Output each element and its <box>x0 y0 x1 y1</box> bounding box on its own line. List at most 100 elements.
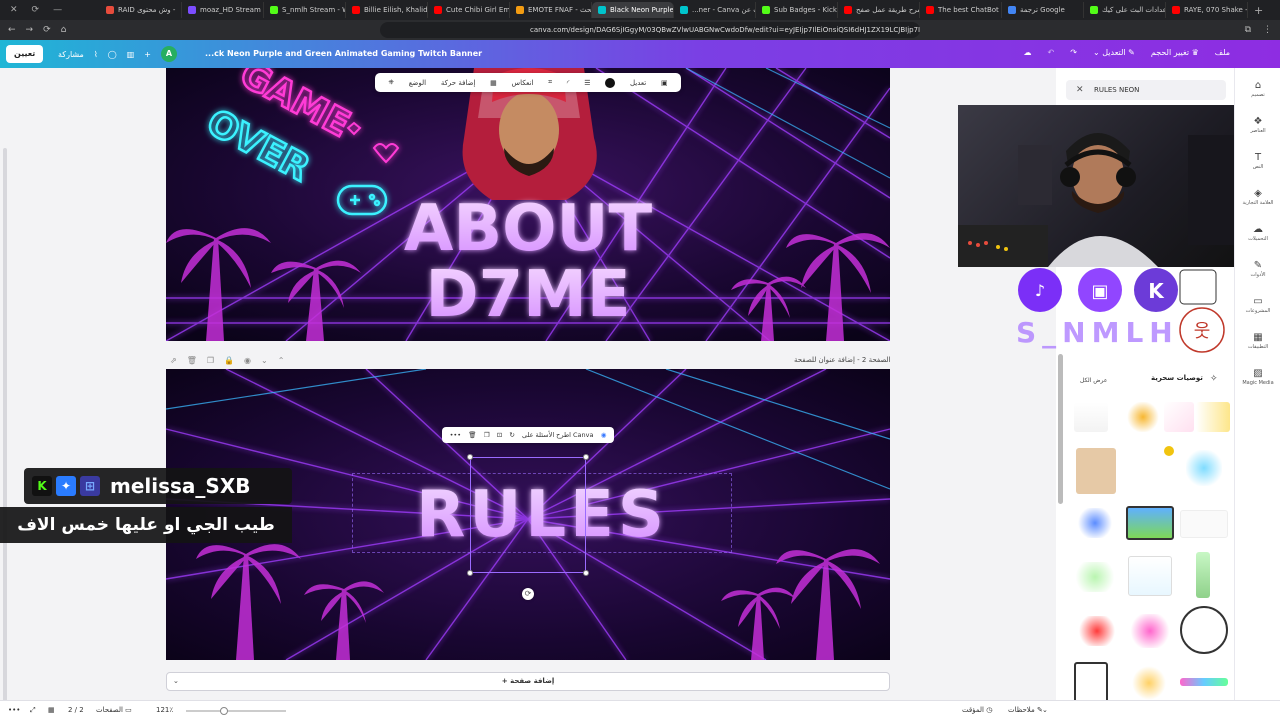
duplicate-page-icon[interactable]: ❐ <box>207 356 214 365</box>
add-icon[interactable]: + <box>144 50 151 59</box>
page2-title[interactable]: الصفحة 2 - إضافة عنوان للصفحة <box>794 356 891 364</box>
copy-icon[interactable]: ❐ <box>484 431 490 439</box>
element-thumb[interactable] <box>1180 510 1228 538</box>
browser-tab[interactable]: ترجمة Google <box>1002 2 1084 18</box>
browser-tab[interactable]: RAID وش محتوى - <box>100 2 182 18</box>
search-chip[interactable]: ✕ RULES NEON <box>1066 80 1226 100</box>
element-thumb[interactable] <box>1196 402 1230 432</box>
browser-tab[interactable]: S_nmlh Stream - Wat <box>264 2 346 18</box>
close-icon[interactable]: ✕ <box>1076 80 1084 100</box>
rail-item-design[interactable]: ⌂ تصميم <box>1235 80 1280 98</box>
reload-icon[interactable]: ⟳ <box>43 25 51 35</box>
element-thumb[interactable] <box>1126 506 1174 540</box>
pages-button[interactable]: الصفحات ▭ <box>96 706 132 714</box>
refresh-icon[interactable]: ↻ <box>509 431 514 439</box>
browser-tab[interactable]: شرح طريقة عمل صفح <box>838 2 920 18</box>
position-button[interactable]: الوضع <box>409 79 426 87</box>
edit-image-button[interactable]: تعديل <box>630 79 646 87</box>
canvas-area[interactable]: GAME OVER ABOUT D7ME ⎈ الوضع إضافة حركة … <box>12 68 1056 700</box>
element-thumb[interactable] <box>1132 666 1166 700</box>
resize-handle-tl[interactable] <box>467 454 473 460</box>
fullscreen-icon[interactable]: ⤢ <box>30 706 36 715</box>
element-thumb[interactable] <box>1076 448 1116 494</box>
rail-item-brand[interactable]: ◈ العلامة التجارية <box>1235 188 1280 206</box>
element-thumb[interactable] <box>1164 402 1194 432</box>
rail-item-tools[interactable]: ✎ الأدوات <box>1235 260 1280 278</box>
browser-tab[interactable]: Cute Chibi Girl Emot <box>428 2 510 18</box>
zoom-level[interactable]: 121٪ <box>156 706 173 714</box>
design-page-1[interactable]: GAME OVER ABOUT D7ME ⎈ الوضع إضافة حركة … <box>166 68 890 341</box>
panel-scrollbar[interactable] <box>1058 354 1063 504</box>
resize-menu[interactable]: تغيير الحجم ♛ <box>1151 48 1199 57</box>
rail-item-apps[interactable]: ▦ التطبيقات <box>1235 332 1280 350</box>
edit-menu[interactable]: ⌄ التعديل ✎ <box>1093 48 1135 57</box>
element-thumb[interactable] <box>1126 402 1160 432</box>
rail-item-elements[interactable]: ❖ العناصر <box>1235 116 1280 134</box>
undo-icon[interactable]: ↶ <box>1048 48 1055 57</box>
element-thumb[interactable] <box>1180 606 1228 654</box>
lock-small-icon[interactable]: ⊡ <box>497 431 502 439</box>
browser-tab[interactable]: The best ChatBot and <box>920 2 1002 18</box>
browser-tab[interactable]: Billie Eilish, Khalid - <box>346 2 428 18</box>
flip-button[interactable]: انعكاس <box>512 79 534 87</box>
border-icon[interactable]: ☰ <box>584 79 590 87</box>
image-icon[interactable]: ▣ <box>661 79 668 87</box>
redo-icon[interactable]: ↷ <box>1070 48 1077 57</box>
hide-icon[interactable]: ◉ <box>244 356 251 365</box>
chevron-down-icon[interactable]: ⌄ <box>261 356 268 365</box>
see-all-link[interactable]: عرض الكل <box>1080 377 1107 384</box>
crop-icon[interactable]: ⌗ <box>548 78 552 87</box>
chevron-up-icon[interactable]: ⌃ <box>278 356 285 365</box>
browser-tab[interactable]: Black Neon Purple <box>592 2 674 18</box>
analytics-icon[interactable]: ▥ <box>127 50 135 59</box>
nav-buttons[interactable]: ← → ⟳ ⌂ <box>0 25 110 35</box>
element-thumb[interactable] <box>1074 402 1108 432</box>
comment-icon[interactable]: ◯ <box>108 50 117 59</box>
element-thumb[interactable] <box>1076 616 1118 646</box>
forward-icon[interactable]: → <box>26 25 34 35</box>
animate-button[interactable]: إضافة حركة <box>441 79 476 87</box>
extensions-icon[interactable]: ⧉ <box>1245 25 1251 35</box>
browser-tab[interactable]: ...ner - Canva بحث عن <box>674 2 756 18</box>
rail-item-upload[interactable]: ☁ التحميلات <box>1235 224 1280 242</box>
add-page-button[interactable]: ⌄ + إضافة صفحة <box>166 672 890 691</box>
notes-button[interactable]: ملاحظات ✎ <box>1008 706 1043 714</box>
browser-tab[interactable]: moaz_HD Stream - W <box>182 2 264 18</box>
grid-view-icon[interactable]: ▦ <box>48 706 55 714</box>
help-icon[interactable]: ⌄ <box>1042 706 1048 714</box>
lock-icon[interactable]: 🔒 <box>224 356 234 365</box>
rail-item-text[interactable]: T النص <box>1235 152 1280 170</box>
share-page-icon[interactable]: ⇗ <box>170 356 177 365</box>
element-thumb[interactable] <box>1186 450 1222 486</box>
back-icon[interactable]: ← <box>8 25 16 35</box>
element-thumb[interactable] <box>1196 552 1210 598</box>
corner-icon[interactable]: ◜ <box>567 79 570 87</box>
resize-handle-tr[interactable] <box>583 454 589 460</box>
chart-icon[interactable]: ⌇ <box>94 50 98 59</box>
url-field[interactable]: canva.com/design/DAG6SjIGgyM/03QBwZVlwUA… <box>380 22 920 38</box>
transparency-icon[interactable]: ▦ <box>490 79 497 87</box>
share-button[interactable]: تعيين <box>6 45 44 63</box>
resize-handle-br[interactable] <box>583 570 589 576</box>
delete-icon[interactable]: 🗑 <box>468 431 476 439</box>
share2-button[interactable]: مشاركة <box>58 50 84 59</box>
rail-item-projects[interactable]: ▭ المشروعات <box>1235 296 1280 314</box>
delete-page-icon[interactable]: 🗑 <box>187 356 197 365</box>
window-controls[interactable]: ✕ ⟳ — <box>0 5 100 15</box>
avatar[interactable]: A <box>160 46 177 62</box>
menu-icon[interactable]: ⋮ <box>1263 25 1272 35</box>
home-icon[interactable]: ⌂ <box>61 25 67 35</box>
new-tab-button[interactable]: + <box>1248 4 1269 17</box>
element-thumb[interactable] <box>1078 508 1112 538</box>
element-thumb[interactable] <box>1128 556 1172 596</box>
chevron-down-icon[interactable]: ⌄ <box>173 673 179 690</box>
browser-tab[interactable]: RAYE, 070 Shake - Esc <box>1166 2 1248 18</box>
element-thumb[interactable] <box>1074 562 1116 592</box>
rotate-handle[interactable]: ⟳ <box>522 588 534 600</box>
browser-tab[interactable]: إعدادات البث على كيك <box>1084 2 1166 18</box>
doc-title[interactable]: ...ck Neon Purple and Green Animated Gam… <box>205 49 482 58</box>
more-options-icon[interactable]: ••• <box>8 706 20 714</box>
timer-button[interactable]: المؤقت ◷ <box>962 706 992 714</box>
paint-format-icon[interactable]: ⎈ <box>388 78 394 87</box>
file-menu[interactable]: ملف <box>1215 48 1230 57</box>
